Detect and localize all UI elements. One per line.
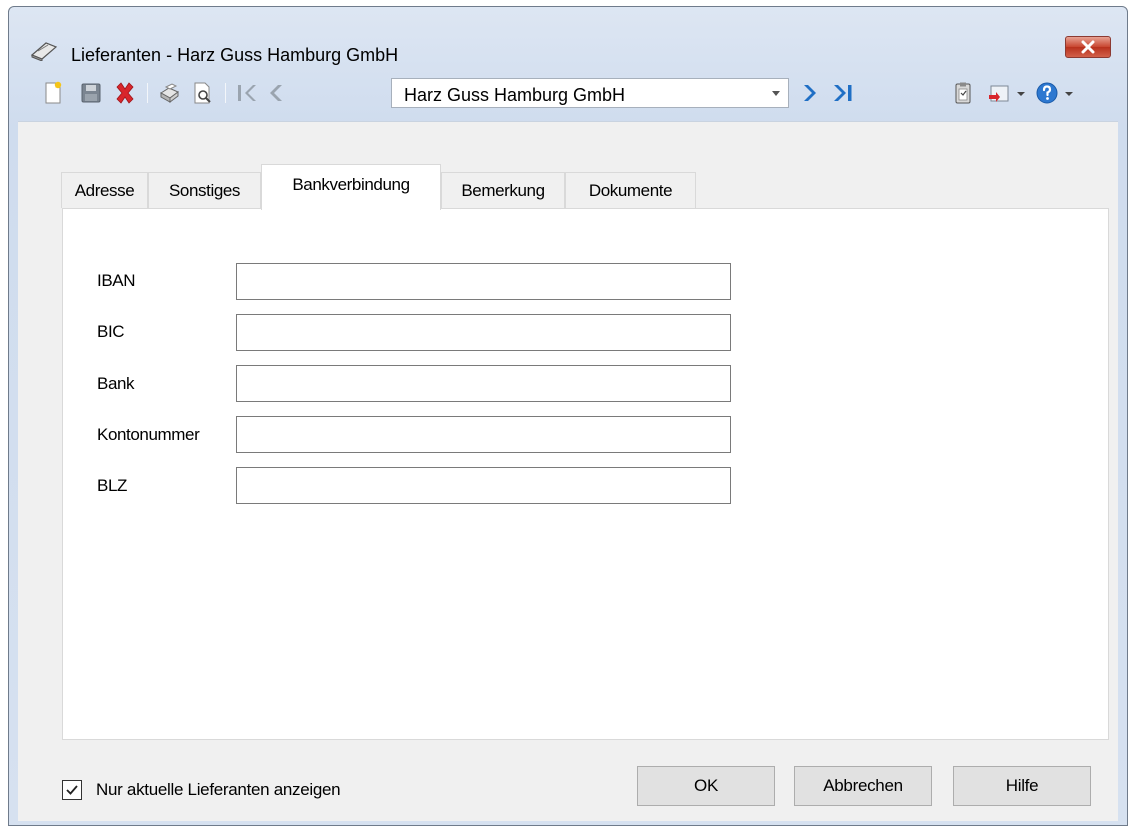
help-dropdown-icon[interactable] <box>1063 81 1075 105</box>
last-record-icon[interactable] <box>831 81 855 105</box>
export-icon[interactable] <box>987 81 1011 105</box>
blz-label: BLZ <box>97 476 127 495</box>
kontonummer-field[interactable] <box>236 416 731 453</box>
bankverbindung-panel: IBAN BIC Bank Kontonummer BLZ <box>62 208 1109 740</box>
current-suppliers-checkbox[interactable] <box>62 780 82 800</box>
title-bar: Lieferanten - Harz Guss Hamburg GmbH <box>9 7 1127 65</box>
chevron-down-icon[interactable] <box>770 87 782 99</box>
iban-label: IBAN <box>97 271 136 290</box>
delete-icon[interactable] <box>113 81 137 105</box>
clipboard-icon[interactable] <box>951 81 975 105</box>
bic-label: BIC <box>97 322 125 341</box>
cancel-button[interactable]: Abbrechen <box>794 766 932 806</box>
print-preview-icon[interactable] <box>191 81 215 105</box>
print-icon[interactable] <box>157 81 181 105</box>
tab-dokumente[interactable]: Dokumente <box>565 172 696 208</box>
bank-field[interactable] <box>236 365 731 402</box>
iban-field[interactable] <box>236 263 731 300</box>
tab-bankverbindung[interactable]: Bankverbindung <box>261 164 441 210</box>
current-suppliers-label[interactable]: Nur aktuelle Lieferanten anzeigen <box>96 780 341 800</box>
tab-bemerkung[interactable]: Bemerkung <box>441 172 565 208</box>
new-document-icon[interactable] <box>41 81 65 105</box>
close-icon <box>1081 40 1095 54</box>
help-icon[interactable] <box>1035 81 1059 105</box>
checkmark-icon <box>66 785 78 795</box>
record-selector-value: Harz Guss Hamburg GmbH <box>404 85 626 105</box>
lieferanten-dialog: Lieferanten - Harz Guss Hamburg GmbH Har… <box>8 6 1128 826</box>
bank-label: Bank <box>97 374 135 393</box>
toolbar-separator <box>147 83 148 103</box>
toolbar-separator <box>225 83 226 103</box>
bic-field[interactable] <box>236 314 731 351</box>
record-selector[interactable]: Harz Guss Hamburg GmbH <box>391 78 789 108</box>
next-record-icon[interactable] <box>797 81 821 105</box>
close-button[interactable] <box>1065 36 1111 58</box>
blz-field[interactable] <box>236 467 731 504</box>
save-icon[interactable] <box>79 81 103 105</box>
first-record-icon[interactable] <box>235 81 259 105</box>
help-button[interactable]: Hilfe <box>953 766 1091 806</box>
window-title: Lieferanten - Harz Guss Hamburg GmbH <box>71 45 399 65</box>
tab-sonstiges[interactable]: Sonstiges <box>148 172 261 208</box>
dialog-body: Adresse Sonstiges Bankverbindung Bemerku… <box>18 121 1118 821</box>
tab-adresse[interactable]: Adresse <box>61 172 148 208</box>
toolbar: Harz Guss Hamburg GmbH <box>27 73 1127 113</box>
kontonummer-label: Kontonummer <box>97 425 200 444</box>
app-icon <box>30 42 58 61</box>
previous-record-icon[interactable] <box>263 81 287 105</box>
export-dropdown-icon[interactable] <box>1015 81 1027 105</box>
ok-button[interactable]: OK <box>637 766 775 806</box>
